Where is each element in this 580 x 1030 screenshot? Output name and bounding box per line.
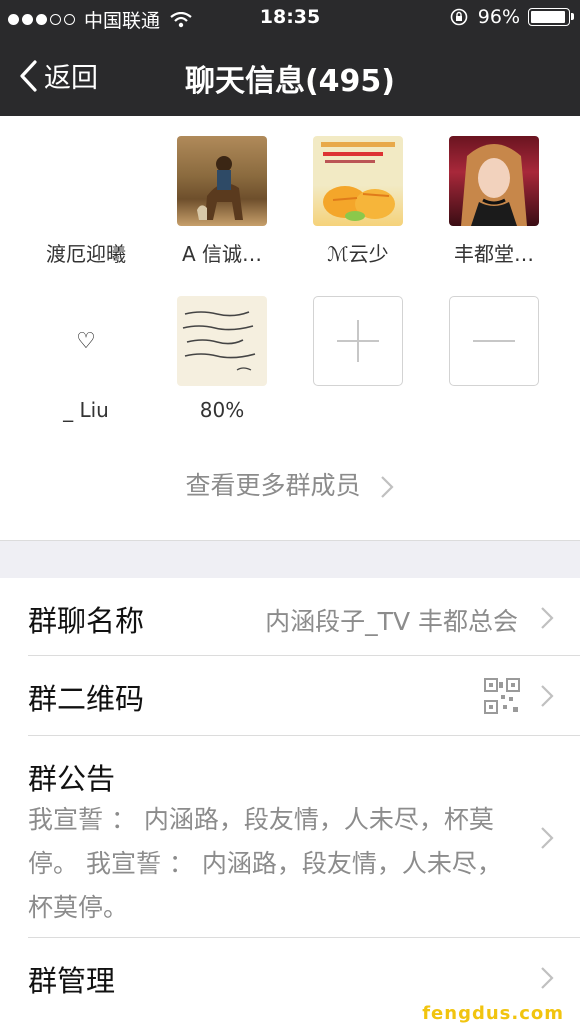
section-separator	[0, 540, 580, 579]
heart-icon: ♡	[76, 328, 96, 354]
avatar-image	[461, 144, 527, 226]
avatar-image	[321, 142, 395, 221]
group-qr-row[interactable]: 群二维码	[0, 656, 580, 736]
avatar	[449, 136, 539, 226]
battery-percent: 96%	[477, 6, 520, 28]
member-name: A 信诚…	[181, 242, 263, 266]
member-name: 80%	[199, 398, 245, 422]
avatar: ♡	[41, 296, 131, 386]
page-title: 聊天信息(495)	[184, 64, 396, 99]
member-item[interactable]: A 信诚…	[154, 136, 290, 267]
member-item[interactable]: ℳ云少	[290, 136, 426, 267]
member-name: _ Liu	[63, 398, 109, 422]
view-more-members-link[interactable]: 查看更多群成员	[0, 466, 580, 502]
avatar-image	[197, 156, 243, 220]
avatar	[41, 136, 131, 226]
group-name-label: 群聊名称	[28, 604, 145, 638]
group-name-row[interactable]: 群聊名称 内涵段子_TV 丰都总会	[0, 578, 580, 656]
group-qr-label: 群二维码	[28, 682, 145, 716]
group-notice-label: 群公告	[28, 762, 116, 796]
remove-member-item[interactable]	[426, 296, 562, 386]
group-manage-label: 群管理	[28, 964, 116, 998]
battery-icon	[528, 8, 574, 26]
member-grid: 渡厄迎曦 A 信诚… ℳ云少 丰都堂… ♡ _ Liu 80% 查看更多群成员	[0, 116, 580, 540]
group-notice-text: 我宣誓 ： 内涵路，段友情，人未尽，杯莫停。 我宣誓 ： 内涵路，段友情，人未尽…	[28, 805, 502, 922]
avatar	[177, 296, 267, 386]
chevron-right-icon	[541, 607, 554, 629]
qr-code-icon	[484, 678, 520, 714]
member-item[interactable]: 80%	[154, 296, 290, 422]
view-more-members-label: 查看更多群成员	[185, 471, 361, 500]
chevron-right-icon	[381, 476, 395, 498]
avatar-image	[182, 311, 256, 371]
add-member-item[interactable]	[290, 296, 426, 386]
member-item[interactable]: 渡厄迎曦	[18, 136, 154, 267]
avatar	[313, 136, 403, 226]
chevron-right-icon	[541, 685, 554, 707]
member-name: 丰都堂…	[454, 242, 534, 266]
member-name: 渡厄迎曦	[46, 242, 126, 266]
group-notice-row[interactable]: 群公告 我宣誓 ： 内涵路，段友情，人未尽，杯莫停。 我宣誓 ： 内涵路，段友情…	[0, 736, 580, 938]
battery-fill	[531, 11, 566, 23]
member-item[interactable]: ♡ _ Liu	[18, 296, 154, 422]
chevron-right-icon	[541, 967, 554, 989]
member-name: ℳ云少	[327, 242, 389, 266]
avatar	[177, 136, 267, 226]
status-bar: 中国联通 18:35 96%	[0, 0, 580, 38]
minus-icon	[473, 340, 515, 342]
group-name-value: 内涵段子_TV 丰都总会	[265, 607, 518, 636]
remove-member-button[interactable]	[449, 296, 539, 386]
lock-rotation-icon	[450, 8, 468, 26]
plus-icon	[337, 320, 379, 362]
nav-bar: 返回 聊天信息(495)	[0, 38, 580, 116]
settings-list: 群聊名称 内涵段子_TV 丰都总会 群二维码 群公告 我宣誓 ： 内涵路，段友情…	[0, 578, 580, 1018]
chevron-right-icon	[541, 827, 554, 849]
watermark: fengdus.com	[422, 1003, 564, 1024]
status-right: 96%	[450, 6, 574, 28]
add-member-button[interactable]	[313, 296, 403, 386]
member-item[interactable]: 丰都堂…	[426, 136, 562, 267]
